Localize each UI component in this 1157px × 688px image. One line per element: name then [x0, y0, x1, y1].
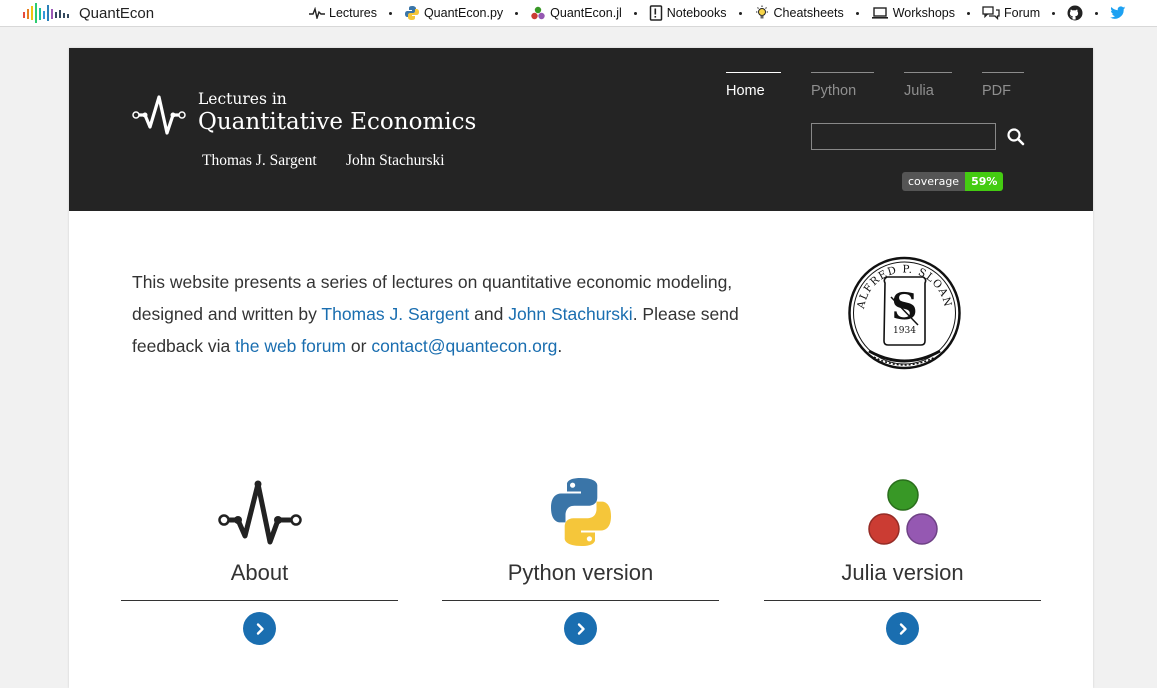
site-subtitle: Lectures in [198, 90, 287, 108]
author-stachurski[interactable]: John Stachurski [346, 152, 445, 170]
page-container: Lectures in Quantitative Economics Thoma… [69, 48, 1093, 688]
topnav-label: Lectures [329, 6, 377, 20]
topnav-forum[interactable]: Forum [982, 6, 1040, 20]
top-bar: QuantEcon Lectures QuantEcon.py QuantEco… [0, 0, 1157, 27]
badge-label: coverage [902, 172, 966, 191]
brand-name: QuantEcon [79, 4, 155, 22]
separator-dot [1095, 11, 1099, 15]
chevron-right-icon [256, 622, 264, 635]
top-nav: Lectures QuantEcon.py QuantEcon.jl Noteb… [309, 0, 1126, 26]
julia-go-button[interactable] [886, 612, 919, 645]
github-icon [1067, 5, 1083, 21]
quantecon-pulse-logo-icon[interactable] [132, 93, 186, 137]
divider [121, 600, 398, 601]
topnav-notebooks[interactable]: Notebooks [649, 5, 727, 21]
separator-dot [855, 11, 859, 15]
julia-logo-icon[interactable] [866, 478, 940, 548]
separator-dot [1052, 11, 1056, 15]
card-icon [764, 468, 1041, 548]
topnav-lectures[interactable]: Lectures [309, 6, 377, 20]
python-icon [404, 6, 419, 20]
intro-text: and [469, 304, 509, 324]
tab-home[interactable]: Home [726, 72, 781, 102]
laptop-icon [871, 7, 888, 19]
topnav-label: Workshops [892, 6, 955, 20]
topnav-label: QuantEcon.jl [550, 6, 622, 20]
separator-dot [967, 11, 970, 15]
card-title[interactable]: About [121, 560, 398, 590]
quantecon-logo-icon [23, 3, 69, 23]
intro-text: . [557, 336, 563, 356]
lightbulb-icon [755, 5, 768, 19]
topnav-label: Notebooks [666, 6, 727, 20]
topnav-label: QuantEcon.py [423, 6, 504, 20]
topnav-label: Forum [1004, 6, 1041, 20]
card-title[interactable]: Python version [442, 560, 719, 590]
chevron-right-icon [577, 622, 585, 635]
topnav-quantecon-jl[interactable]: QuantEcon.jl [530, 5, 622, 21]
intro-paragraph: This website presents a series of lectur… [132, 266, 772, 362]
separator-dot [515, 11, 519, 15]
link-email[interactable]: contact@quantecon.org [371, 336, 557, 356]
badge-value: 59% [965, 172, 1004, 191]
pulse-icon [309, 7, 325, 19]
card-icon [442, 468, 719, 548]
divider [764, 600, 1041, 601]
separator-dot [633, 11, 637, 15]
notebook-icon [649, 5, 662, 21]
search-input[interactable] [811, 123, 996, 150]
intro-text: or [346, 336, 372, 356]
topnav-cheatsheets[interactable]: Cheatsheets [754, 5, 844, 21]
python-logo-icon[interactable] [545, 476, 617, 548]
card-python: Python version [442, 468, 719, 645]
coverage-badge[interactable]: coverage 59% [902, 172, 1004, 191]
sloan-foundation-seal-icon: ALFRED P. SLOAN FOUNDATION S 1934 [847, 253, 961, 370]
topnav-github[interactable] [1067, 5, 1083, 21]
link-stachurski[interactable]: John Stachurski [508, 304, 633, 324]
tab-python[interactable]: Python [811, 72, 874, 102]
svg-text:1934: 1934 [893, 326, 916, 336]
tab-julia[interactable]: Julia [904, 72, 952, 102]
separator-dot [388, 11, 392, 15]
topnav-workshops[interactable]: Workshops [871, 6, 955, 20]
site-title[interactable]: Quantitative Economics [198, 109, 476, 135]
topnav-label: Cheatsheets [773, 6, 844, 20]
topnav-twitter[interactable] [1110, 6, 1126, 20]
tab-pdf[interactable]: PDF [982, 72, 1024, 102]
card-title[interactable]: Julia version [764, 560, 1041, 590]
divider [442, 600, 719, 601]
quantecon-brand[interactable]: QuantEcon [23, 3, 154, 23]
search-icon[interactable] [1006, 127, 1026, 147]
link-sargent[interactable]: Thomas J. Sargent [321, 304, 469, 324]
twitter-icon [1110, 6, 1126, 19]
card-about: About [121, 468, 398, 645]
card-icon [121, 468, 398, 548]
separator-dot [738, 11, 742, 15]
card-julia: Julia version [764, 468, 1041, 645]
svg-text:S: S [892, 286, 918, 328]
topnav-quantecon-py[interactable]: QuantEcon.py [404, 5, 503, 21]
chat-icon [982, 6, 1000, 20]
python-go-button[interactable] [564, 612, 597, 645]
author-sargent[interactable]: Thomas J. Sargent [202, 152, 317, 170]
site-header: Lectures in Quantitative Economics Thoma… [69, 48, 1093, 211]
chevron-right-icon [899, 622, 907, 635]
link-forum[interactable]: the web forum [235, 336, 346, 356]
julia-icon [531, 6, 545, 20]
quantecon-pulse-logo-icon[interactable] [217, 478, 302, 548]
about-go-button[interactable] [243, 612, 276, 645]
